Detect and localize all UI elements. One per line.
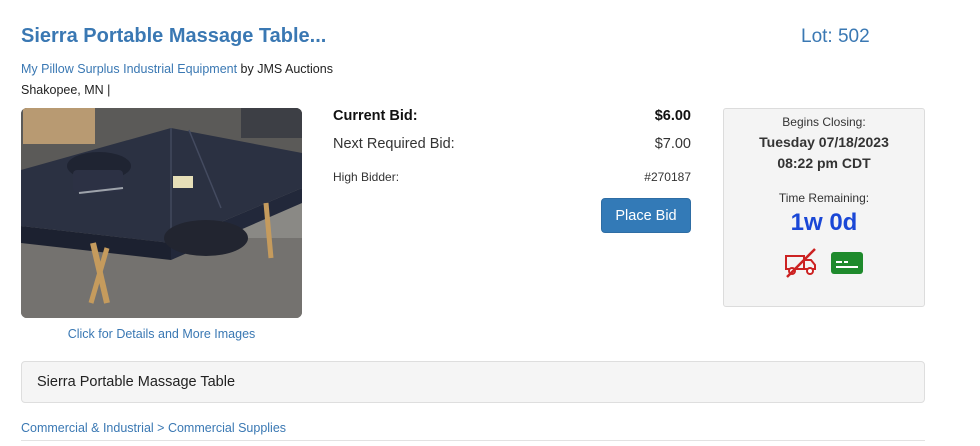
- time-remaining-value: 1w 0d: [790, 209, 858, 236]
- high-bidder-label: High Bidder:: [333, 170, 400, 184]
- location-text: Shakopee, MN |: [21, 83, 111, 97]
- lot-title[interactable]: Sierra Portable Massage Table...: [21, 25, 326, 48]
- lot-number: Lot: 502: [801, 26, 870, 47]
- next-bid-row: Next Required Bid: $7.00: [333, 136, 691, 170]
- next-bid-label: Next Required Bid:: [333, 136, 455, 152]
- high-bidder-value: #270187: [644, 170, 691, 184]
- divider: [21, 440, 925, 441]
- description-text: Sierra Portable Massage Table: [37, 374, 236, 390]
- massage-table-image: [21, 108, 302, 318]
- category-child-link[interactable]: Commercial Supplies: [168, 421, 286, 435]
- closing-date: Tuesday 07/18/2023: [759, 134, 889, 150]
- closing-panel: Begins Closing: Tuesday 07/18/2023 08:22…: [723, 108, 925, 307]
- seller-link[interactable]: My Pillow Surplus Industrial Equipment: [21, 62, 237, 76]
- no-shipping-icon: [784, 247, 818, 279]
- credit-card-icon: [830, 247, 864, 279]
- description-panel: Sierra Portable Massage Table: [21, 361, 925, 403]
- category-parent-link[interactable]: Commercial & Industrial: [21, 421, 154, 435]
- next-bid-value: $7.00: [654, 136, 691, 152]
- high-bidder-row: High Bidder: #270187: [333, 170, 691, 190]
- time-remaining-label: Time Remaining:: [778, 191, 870, 205]
- bid-panel: Current Bid: $6.00 Next Required Bid: $7…: [333, 108, 691, 190]
- lot-photo[interactable]: [21, 108, 302, 318]
- current-bid-value: $6.00: [654, 108, 691, 124]
- current-bid-row: Current Bid: $6.00: [333, 108, 691, 136]
- seller-line: My Pillow Surplus Industrial Equipment b…: [21, 62, 333, 76]
- begins-closing-label: Begins Closing:: [782, 115, 866, 129]
- current-bid-label: Current Bid:: [333, 108, 418, 124]
- place-bid-button[interactable]: Place Bid: [601, 198, 691, 233]
- breadcrumb-separator: >: [153, 421, 168, 435]
- closing-icons: [724, 247, 924, 279]
- category-breadcrumb: Commercial & Industrial > Commercial Sup…: [21, 421, 286, 435]
- details-link[interactable]: Click for Details and More Images: [21, 327, 302, 341]
- auctioneer-text: by JMS Auctions: [237, 62, 333, 76]
- closing-time: 08:22 pm CDT: [777, 155, 871, 171]
